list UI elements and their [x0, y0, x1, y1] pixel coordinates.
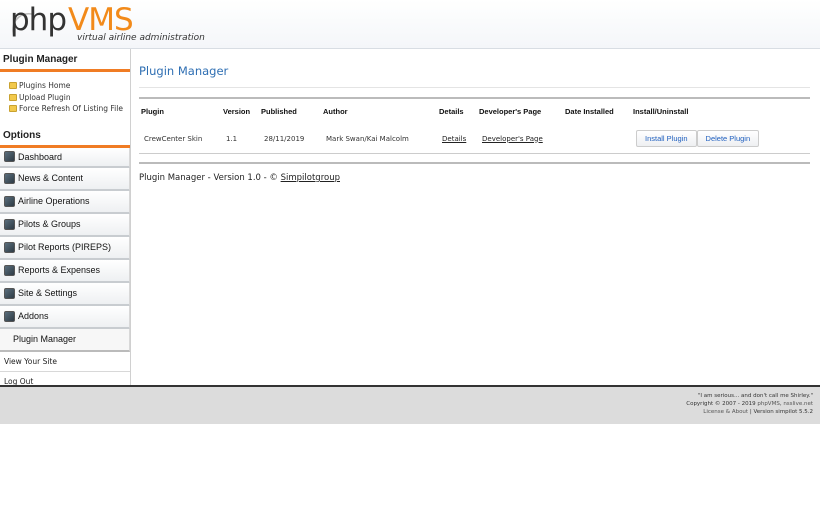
- developer-page-link[interactable]: Developer's Page: [482, 135, 543, 143]
- nsslive-link[interactable]: nsslive.net: [783, 401, 813, 407]
- upload-plugin-label: Upload Plugin: [19, 92, 71, 102]
- delete-plugin-button[interactable]: Delete Plugin: [696, 130, 760, 147]
- addons-icon: [4, 310, 15, 322]
- plugins-home-link[interactable]: Plugins Home: [9, 80, 130, 92]
- plugin-manager-heading: Plugin Manager: [0, 49, 130, 72]
- nav-airline-label: Airline Operations: [18, 196, 90, 206]
- plugin-table: Plugin Version Published Author Details …: [139, 97, 810, 164]
- copyright-text: Copyright © 2007 - 2019: [686, 401, 758, 407]
- col-date-installed: Date Installed: [565, 107, 614, 116]
- plugin-name: CrewCenter Skin: [144, 134, 203, 143]
- nav-plugin-manager[interactable]: Plugin Manager: [0, 328, 130, 352]
- nav-airline-operations[interactable]: Airline Operations: [0, 190, 130, 214]
- simpilotgroup-link[interactable]: Simpilotgroup: [281, 173, 340, 183]
- nav-pilot-reports[interactable]: Pilot Reports (PIREPS): [0, 236, 130, 260]
- footer-copyright: Copyright © 2007 - 2019 phpVMS, nsslive.…: [686, 401, 813, 407]
- airline-icon: [4, 195, 15, 207]
- nav-site-settings[interactable]: Site & Settings: [0, 282, 130, 306]
- nav-reports-label: Reports & Expenses: [18, 265, 101, 275]
- news-icon: [4, 172, 15, 184]
- plugin-links: Plugins Home Upload Plugin Force Refresh…: [0, 72, 130, 119]
- phpvms-logo[interactable]: php VMS virtual airline administration: [10, 2, 205, 46]
- table-footer-rule: [139, 154, 810, 164]
- folder-icon: [9, 82, 17, 90]
- footer-license-version: License & About | Version simpilot 5.5.2: [703, 409, 813, 415]
- col-plugin: Plugin: [141, 107, 164, 116]
- nav-dashboard[interactable]: Dashboard: [0, 147, 130, 168]
- nav-news-content[interactable]: News & Content: [0, 167, 130, 191]
- logo-tagline: virtual airline administration: [77, 33, 205, 43]
- plugin-author: Mark Swan/Kai Malcolm: [326, 134, 409, 143]
- pilots-icon: [4, 218, 15, 230]
- col-published: Published: [261, 107, 297, 116]
- title-divider: [139, 87, 810, 88]
- version-text: Plugin Manager - Version 1.0 - ©: [139, 173, 281, 183]
- force-refresh-label: Force Refresh Of Listing File: [19, 104, 123, 114]
- nav-pilots-label: Pilots & Groups: [18, 219, 81, 229]
- header: php VMS virtual airline administration: [0, 0, 820, 49]
- upload-plugin-link[interactable]: Upload Plugin: [9, 92, 130, 104]
- version-label: Version simpilot 5.5.2: [753, 409, 813, 415]
- nav-pilots-groups[interactable]: Pilots & Groups: [0, 213, 130, 237]
- details-link[interactable]: Details: [442, 135, 466, 143]
- table-row: CrewCenter Skin 1.1 28/11/2019 Mark Swan…: [139, 124, 810, 154]
- nav-reports-expenses[interactable]: Reports & Expenses: [0, 259, 130, 283]
- view-your-site-label: View Your Site: [4, 356, 57, 366]
- sidebar: Plugin Manager Plugins Home Upload Plugi…: [0, 49, 131, 392]
- plugin-version: 1.1: [226, 134, 238, 143]
- folder-icon: [9, 105, 17, 113]
- footer-quote: "I am serious... and don't call me Shirl…: [697, 393, 813, 399]
- page-title: Plugin Manager: [139, 64, 229, 78]
- logo-php-text: php: [10, 2, 67, 38]
- plugin-published: 28/11/2019: [264, 134, 305, 143]
- folder-icon: [9, 93, 17, 101]
- options-heading: Options: [0, 125, 130, 148]
- col-install-uninstall: Install/Uninstall: [633, 107, 689, 116]
- nav-plugin-manager-label: Plugin Manager: [13, 334, 77, 344]
- col-details: Details: [439, 107, 464, 116]
- col-version: Version: [223, 107, 251, 116]
- force-refresh-link[interactable]: Force Refresh Of Listing File: [9, 103, 130, 115]
- plugin-manager-version: Plugin Manager - Version 1.0 - © Simpilo…: [139, 173, 340, 183]
- col-developer-page: Developer's Page: [479, 107, 542, 116]
- reports-icon: [4, 264, 15, 276]
- table-header-row: Plugin Version Published Author Details …: [139, 99, 810, 124]
- settings-icon: [4, 287, 15, 299]
- main-content: Plugin Manager Plugin Version Published …: [139, 49, 810, 385]
- view-your-site-link[interactable]: View Your Site: [0, 352, 130, 372]
- nav-news-label: News & Content: [18, 173, 84, 183]
- pireps-icon: [4, 241, 15, 253]
- nav-dashboard-label: Dashboard: [18, 151, 63, 162]
- footer: "I am serious... and don't call me Shirl…: [0, 387, 820, 424]
- nav-settings-label: Site & Settings: [18, 288, 78, 298]
- nav-addons-label: Addons: [18, 311, 49, 321]
- plugins-home-label: Plugins Home: [19, 81, 71, 91]
- col-author: Author: [323, 107, 348, 116]
- nav-addons[interactable]: Addons: [0, 305, 130, 329]
- phpvms-link[interactable]: phpVMS: [757, 401, 779, 407]
- install-plugin-button[interactable]: Install Plugin: [636, 130, 697, 147]
- nav-pireps-label: Pilot Reports (PIREPS): [18, 242, 112, 252]
- dashboard-icon: [4, 151, 15, 162]
- install-actions: Install Plugin Delete Plugin: [631, 130, 810, 147]
- license-about-link[interactable]: License & About: [703, 409, 748, 415]
